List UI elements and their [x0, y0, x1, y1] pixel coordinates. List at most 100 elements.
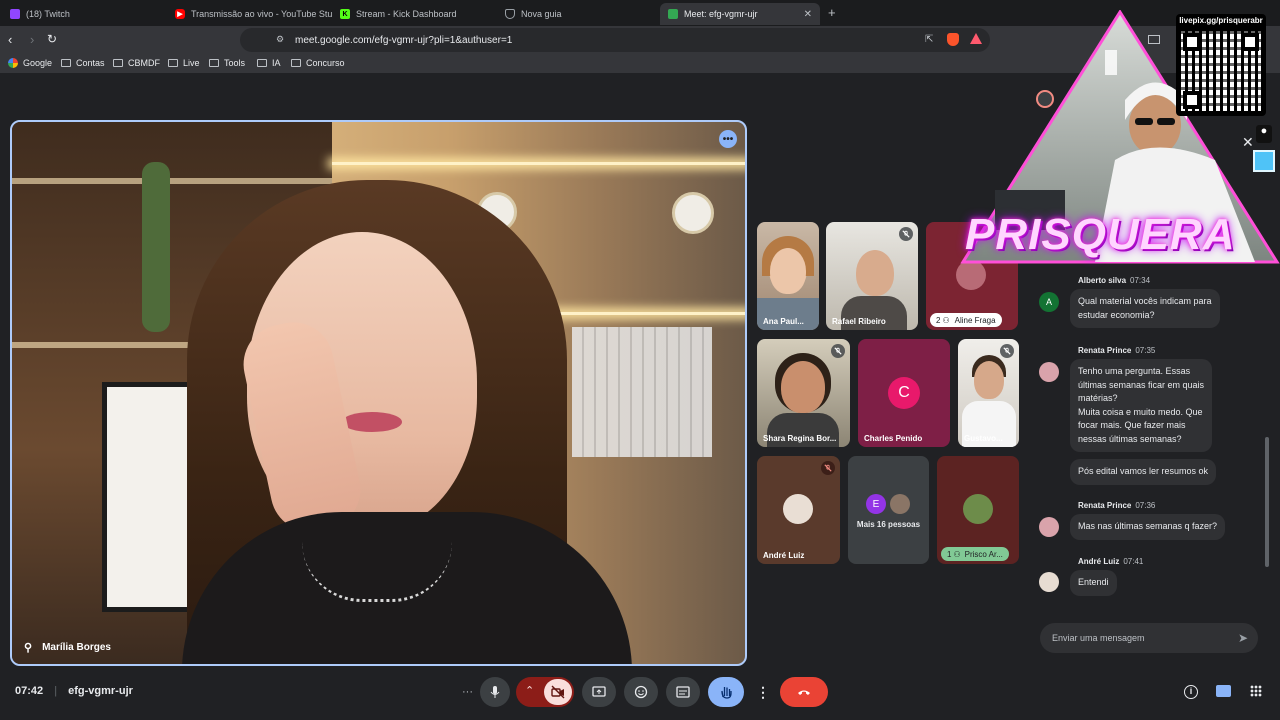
captions-button[interactable] — [666, 677, 700, 707]
cactus-plant — [142, 162, 170, 332]
message-author: Renata Prince — [1078, 346, 1132, 355]
qr-code-box: livepix.gg/prisquerabr — [1176, 14, 1266, 116]
person-face — [974, 361, 1004, 399]
message-time: 07:34 — [1130, 276, 1151, 285]
close-tab-icon[interactable]: ✕ — [804, 9, 812, 20]
bookmark-google[interactable]: Google — [8, 58, 52, 68]
twitch-icon — [10, 9, 20, 19]
speaker-name-label: ⚲ Marília Borges — [24, 641, 111, 654]
meeting-details-icon[interactable]: i — [1184, 685, 1198, 699]
camera-off-button[interactable] — [544, 679, 572, 705]
group-icon: ⚇ — [953, 549, 961, 559]
participant-tile[interactable]: 1 ⚇ Prisco Ar... — [937, 456, 1019, 564]
qr-finder — [1183, 91, 1201, 109]
folder-icon — [209, 59, 219, 67]
participant-tile[interactable]: Gustavo... — [958, 339, 1019, 447]
person-face — [770, 248, 806, 294]
site-info-icon[interactable]: ⚙ — [276, 34, 284, 45]
kick-icon: K — [340, 9, 350, 19]
folder-icon — [291, 59, 301, 67]
pill-count: 2 — [936, 315, 941, 325]
separator: | — [54, 685, 58, 697]
chevron-up-icon[interactable]: ⌃ — [525, 684, 534, 697]
participant-tile[interactable]: Ana Paul... — [757, 222, 819, 330]
more-options-icon[interactable]: ••• — [719, 130, 737, 148]
pill-count: 1 — [947, 549, 952, 559]
input-placeholder: Enviar uma mensagem — [1052, 633, 1145, 643]
tab-kick[interactable]: K Stream - Kick Dashboard — [332, 3, 497, 25]
message-author: André Luiz — [1078, 557, 1120, 566]
chat-panel: Alberto silva 07:34 A Qual material vocês… — [1029, 222, 1271, 664]
raise-hand-button[interactable] — [708, 677, 744, 707]
lightbulb-icon[interactable]: ● — [1256, 125, 1272, 143]
google-icon — [8, 58, 18, 68]
channel-url: livepix.gg/prisquerabr — [1179, 16, 1263, 25]
close-panel-icon[interactable]: ✕ — [1242, 134, 1254, 151]
chat-message: Qual material vocês indicam para estudar… — [1070, 289, 1220, 328]
message-author: Alberto silva — [1078, 276, 1127, 285]
leave-call-button[interactable] — [780, 677, 828, 707]
bookmark-label: Live — [183, 58, 200, 68]
camera-options-group[interactable]: ⌃ — [516, 677, 574, 707]
bookmark-concurso[interactable]: Concurso — [291, 58, 345, 68]
bookmark-cbmdf[interactable]: CBMDF — [113, 58, 160, 68]
mic-off-icon — [899, 227, 913, 241]
avatar — [963, 494, 993, 524]
chat-icon[interactable] — [1216, 685, 1231, 697]
tab-meet[interactable]: Meet: efg-vgmr-ujr ✕ — [660, 3, 820, 25]
led-strip — [332, 162, 745, 165]
tab-new[interactable]: Nova guia — [497, 3, 657, 25]
participant-name: Aline Fraga — [954, 315, 996, 325]
avatar — [890, 494, 910, 514]
bookmark-ia[interactable]: IA — [257, 58, 281, 68]
avatar: A — [1039, 292, 1059, 312]
chat-message-input[interactable]: Enviar uma mensagem ➤ — [1040, 623, 1258, 653]
emoji-overlay-icon — [1253, 150, 1275, 172]
mic-icon — [490, 686, 500, 698]
url-field[interactable]: ⚙ meet.google.com/efg-vgmr-ujr?pli=1&aut… — [240, 28, 990, 52]
more-audio-options-button[interactable]: ··· — [455, 677, 480, 707]
avatar — [1039, 362, 1059, 382]
participant-tile[interactable]: C Charles Penido — [858, 339, 950, 447]
send-icon[interactable]: ➤ — [1238, 631, 1248, 645]
back-icon[interactable]: ‹ — [8, 32, 12, 47]
forward-icon[interactable]: › — [30, 32, 34, 47]
share-icon[interactable]: ⇱ — [925, 34, 933, 45]
hang-up-icon — [798, 690, 810, 695]
captions-icon — [676, 686, 690, 698]
chat-message: Entendi — [1070, 570, 1117, 596]
raised-hand-icon — [721, 687, 732, 699]
bookmark-contas[interactable]: Contas — [61, 58, 105, 68]
more-people-label: Mais 16 pessoas — [856, 520, 921, 529]
new-tab-icon[interactable]: + — [828, 5, 836, 20]
tab-title: Transmissão ao vivo - YouTube Studio — [191, 9, 332, 19]
main-speaker-video[interactable]: ••• ⚲ Marília Borges — [10, 120, 747, 666]
folder-icon — [168, 59, 178, 67]
activities-icon[interactable] — [1250, 685, 1262, 697]
meeting-clock: 07:42 | efg-vgmr-ujr — [15, 685, 133, 697]
more-options-button[interactable]: ⋮ — [752, 677, 774, 707]
vertical-ellipsis-icon: ⋮ — [756, 683, 770, 700]
message-header: André Luiz 07:41 — [1078, 557, 1143, 566]
tab-youtube[interactable]: ▶ Transmissão ao vivo - YouTube Studio — [167, 3, 332, 25]
group-icon: ⚇ — [942, 315, 950, 325]
tab-twitch[interactable]: (18) Twitch — [2, 3, 167, 25]
participant-tile[interactable]: E Mais 16 pessoas — [848, 456, 929, 564]
pin-icon[interactable]: ⚲ — [24, 641, 32, 654]
message-header: Renata Prince 07:36 — [1078, 501, 1155, 510]
reload-icon[interactable]: ↻ — [47, 32, 57, 46]
participant-name: André Luiz — [763, 551, 805, 560]
folder-icon — [113, 59, 123, 67]
chat-scrollbar[interactable] — [1265, 437, 1269, 567]
present-button[interactable] — [582, 677, 616, 707]
mic-button[interactable] — [480, 677, 510, 707]
person-face — [856, 250, 894, 296]
participant-tile[interactable]: André Luiz — [757, 456, 840, 564]
reactions-button[interactable] — [624, 677, 658, 707]
bookmark-label: Tools — [224, 58, 246, 68]
bookmark-tools[interactable]: Tools — [209, 58, 245, 68]
binders — [572, 327, 712, 457]
participant-tile[interactable]: Shara Regina Bor... — [757, 339, 850, 447]
participant-tile[interactable]: Rafael Ribeiro — [826, 222, 918, 330]
bookmark-live[interactable]: Live — [168, 58, 200, 68]
